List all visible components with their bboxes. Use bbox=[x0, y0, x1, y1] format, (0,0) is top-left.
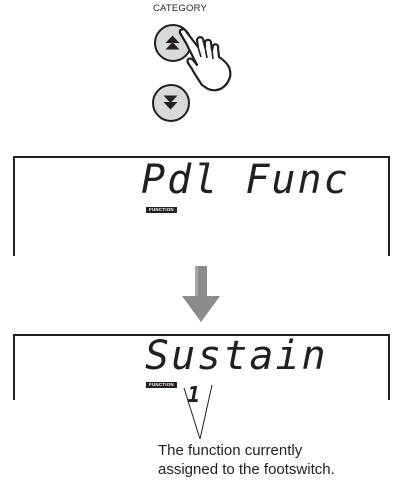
caption-line-1: The function currently bbox=[158, 442, 303, 459]
caption-line-2: assigned to the footswitch. bbox=[158, 461, 335, 478]
callout-lines bbox=[183, 384, 213, 440]
caption: The function currently assigned to the f… bbox=[158, 441, 335, 479]
